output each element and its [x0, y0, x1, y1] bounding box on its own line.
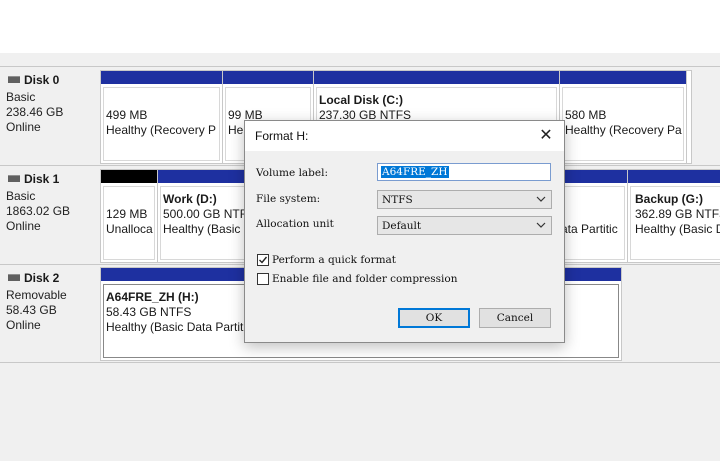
disk-size: 238.46 GB: [6, 105, 64, 119]
format-dialog: Format H: ✕ Volume label: A64FRE_ZH File…: [244, 120, 565, 343]
allocation-unit-value: Default: [382, 220, 422, 232]
disk-size: 1863.02 GB: [6, 204, 71, 218]
partition-status: He: [228, 123, 244, 137]
partition-bar: [314, 71, 559, 84]
disk-2-info[interactable]: Disk 2 Removable 58.43 GB Online: [0, 265, 99, 361]
chevron-down-icon: [536, 222, 546, 228]
disk-icon: [8, 76, 20, 83]
partition[interactable]: Backup (G:) 362.89 GB NTFS Healthy (Basi…: [628, 170, 720, 262]
partition-title: Local Disk (C:): [319, 93, 404, 107]
partition[interactable]: 499 MB Healthy (Recovery P: [101, 71, 223, 163]
partition-bar: [223, 71, 313, 84]
disk-name: Disk 1: [24, 172, 60, 186]
partition-title: Backup (G:): [635, 192, 704, 206]
partition-status: Healthy (Recovery P: [106, 123, 217, 137]
allocation-unit-select[interactable]: Default: [377, 216, 552, 235]
partition-size: 58.43 GB NTFS: [106, 305, 192, 319]
partition-status: Healthy (Basic D: [635, 222, 720, 236]
volume-label-label: Volume label:: [256, 167, 329, 179]
partition[interactable]: 580 MB Healthy (Recovery Pa: [560, 71, 687, 163]
top-pane: [0, 0, 720, 53]
disk-status: Online: [6, 318, 41, 332]
partition-title: A64FRE_ZH (H:): [106, 290, 199, 304]
dialog-titlebar[interactable]: Format H: ✕: [245, 121, 564, 151]
partition-bar: [101, 71, 222, 84]
partition-bar: [101, 170, 157, 183]
disk-name: Disk 0: [24, 73, 60, 87]
partition-status: Healthy (Basic Data Partiti: [106, 320, 247, 334]
partition-status: Healthy (Recovery Pa: [565, 123, 682, 137]
chevron-down-icon: [536, 196, 546, 202]
partition-status: Unalloca: [106, 222, 153, 236]
partition-size: 499 MB: [106, 108, 148, 122]
disk-type: Basic: [6, 189, 36, 203]
compression-checkbox[interactable]: [257, 273, 269, 285]
partition-size: 500.00 GB NTFS: [163, 207, 256, 221]
volume-label-input[interactable]: A64FRE_ZH: [377, 163, 551, 181]
partition-status: ata Partitic: [561, 222, 618, 236]
volume-label-value: A64FRE_ZH: [381, 166, 449, 178]
disk-0-info[interactable]: Disk 0 Basic 238.46 GB Online: [0, 67, 99, 163]
partition-status: Healthy (Basic: [163, 222, 241, 236]
partition[interactable]: 129 MB Unalloca: [101, 170, 158, 262]
allocation-unit-label: Allocation unit: [256, 218, 334, 230]
disk-icon: [8, 274, 20, 281]
partition[interactable]: ) ata Partitic: [559, 170, 628, 262]
disk-size: 58.43 GB: [6, 303, 57, 317]
file-system-select[interactable]: NTFS: [377, 190, 552, 209]
disk-type: Removable: [6, 288, 67, 302]
partition-size: 580 MB: [565, 108, 607, 122]
close-icon[interactable]: ✕: [536, 126, 556, 146]
quick-format-label: Perform a quick format: [272, 254, 397, 266]
disk-icon: [8, 175, 20, 182]
disk-1-info[interactable]: Disk 1 Basic 1863.02 GB Online: [0, 166, 99, 262]
row-divider: [0, 362, 720, 363]
disk-name: Disk 2: [24, 271, 60, 285]
partition-bar: [628, 170, 720, 183]
file-system-label: File system:: [256, 193, 321, 205]
disk-type: Basic: [6, 90, 36, 104]
partition-size: 362.89 GB NTFS: [635, 207, 720, 221]
dialog-title: Format H:: [255, 129, 309, 143]
compression-label: Enable file and folder compression: [272, 273, 458, 285]
disk-status: Online: [6, 219, 41, 233]
checkmark-icon: [259, 256, 268, 264]
ok-button[interactable]: OK: [398, 308, 470, 328]
row-divider: [0, 66, 720, 67]
partition-size: 129 MB: [106, 207, 148, 221]
file-system-value: NTFS: [382, 194, 413, 206]
partition-bar: [559, 170, 627, 183]
partition-title: Work (D:): [163, 192, 217, 206]
disk-status: Online: [6, 120, 41, 134]
partition-bar: [560, 71, 686, 84]
quick-format-checkbox[interactable]: [257, 254, 269, 266]
cancel-button[interactable]: Cancel: [479, 308, 551, 328]
